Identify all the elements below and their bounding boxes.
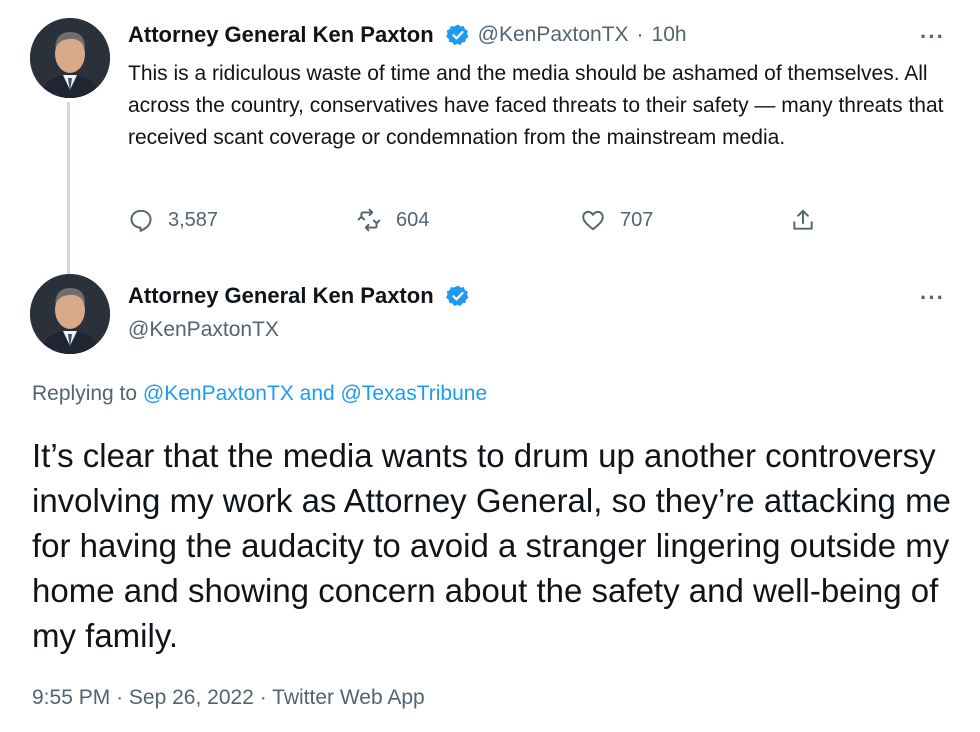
replying-to: Replying to @KenPaxtonTX and @TexasTribu… — [32, 382, 487, 406]
reply-button[interactable]: 3,587 — [128, 207, 218, 233]
more-icon[interactable]: ··· — [920, 285, 945, 311]
share-button[interactable] — [790, 207, 816, 233]
author-name[interactable]: Attorney General Ken Paxton — [128, 283, 434, 309]
avatar[interactable] — [30, 18, 110, 98]
avatar-photo — [30, 274, 110, 354]
tweet-time[interactable]: 10h — [652, 23, 687, 47]
reply-count: 3,587 — [168, 208, 219, 231]
tweet-source: Twitter Web App — [272, 686, 425, 709]
tweet-time[interactable]: 9:55 PM — [32, 686, 110, 709]
replying-prefix: Replying to — [32, 382, 138, 405]
like-button[interactable]: 707 — [580, 207, 653, 233]
author-name[interactable]: Attorney General Ken Paxton — [128, 22, 434, 48]
like-count: 707 — [620, 208, 654, 231]
like-icon — [582, 210, 604, 231]
reply-icon — [130, 209, 152, 232]
share-icon — [793, 209, 813, 230]
separator: · — [116, 686, 124, 709]
tweet-date[interactable]: Sep 26, 2022 — [129, 686, 254, 709]
avatar[interactable] — [30, 274, 110, 354]
tweet-meta: 9:55 PM · Sep 26, 2022 · Twitter Web App — [32, 686, 425, 710]
tweet-text: This is a ridiculous waste of time and t… — [128, 62, 944, 149]
separator: · — [259, 686, 267, 709]
verified-icon — [445, 284, 470, 308]
avatar-photo — [30, 18, 110, 98]
replying-and: and — [299, 382, 335, 405]
verified-icon — [445, 23, 470, 47]
retweet-count: 604 — [396, 208, 430, 231]
replying-user-link[interactable]: @KenPaxtonTX — [143, 382, 294, 405]
retweet-button[interactable]: 604 — [356, 207, 429, 233]
author-handle[interactable]: @KenPaxtonTX — [478, 23, 629, 47]
author-handle[interactable]: @KenPaxtonTX — [128, 318, 279, 342]
tweet-text: It’s clear that the media wants to drum … — [32, 437, 951, 654]
replying-user-link[interactable]: @TexasTribune — [341, 382, 488, 405]
separator: · — [636, 23, 644, 46]
retweet-icon — [357, 208, 381, 232]
more-icon[interactable]: ··· — [920, 24, 945, 50]
thread-line — [67, 102, 70, 274]
